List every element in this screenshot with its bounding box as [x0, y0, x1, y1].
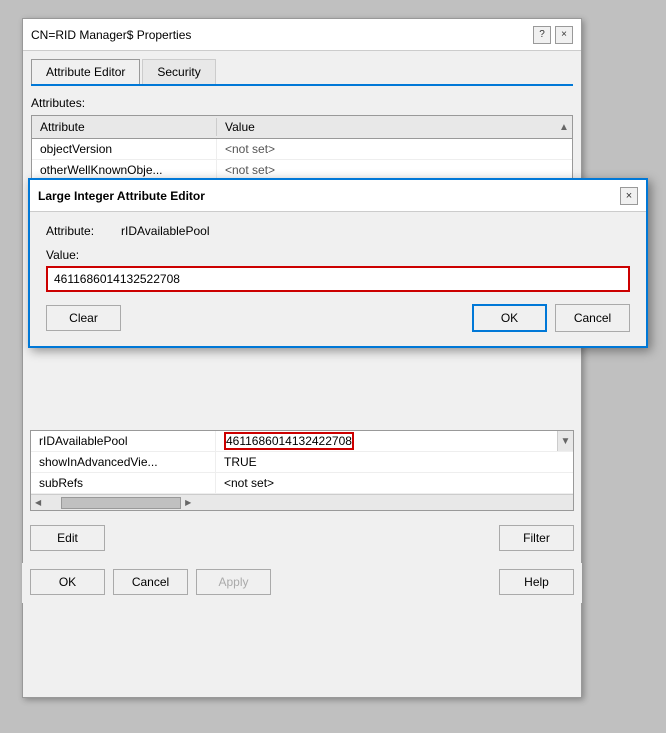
fg-value-input[interactable]	[48, 268, 628, 290]
col-attribute-header: Attribute	[32, 118, 217, 136]
fg-content: Attribute: rIDAvailablePool Value: Clear…	[30, 212, 646, 346]
filter-button[interactable]: Filter	[499, 525, 574, 551]
bottom-attr-value: <not set>	[216, 473, 573, 493]
bottom-attr-value: TRUE	[216, 452, 573, 472]
fg-close-button[interactable]: ×	[620, 187, 638, 205]
fg-title: Large Integer Attribute Editor	[38, 189, 205, 203]
tab-bar: Attribute Editor Security	[31, 59, 573, 86]
bottom-cancel-button[interactable]: Cancel	[113, 569, 188, 595]
bottom-attr-name: subRefs	[31, 473, 216, 493]
fg-attribute-name: rIDAvailablePool	[121, 224, 210, 238]
fg-value-input-wrap	[46, 266, 630, 292]
help-button[interactable]: ?	[533, 26, 551, 44]
properties-titlebar: CN=RID Manager$ Properties ? ×	[23, 19, 581, 51]
cancel-button[interactable]: Cancel	[555, 304, 630, 332]
fg-attribute-label: Attribute:	[46, 224, 121, 238]
edit-filter-row: Edit Filter	[22, 519, 582, 557]
table-row[interactable]: subRefs <not set>	[31, 473, 573, 494]
close-button[interactable]: ×	[555, 26, 573, 44]
properties-title: CN=RID Manager$ Properties	[31, 28, 191, 42]
clear-button[interactable]: Clear	[46, 305, 121, 331]
apply-button[interactable]: Apply	[196, 569, 271, 595]
bottom-attr-name: showInAdvancedVie...	[31, 452, 216, 472]
scroll-up-icon[interactable]: ▲	[556, 118, 572, 136]
attr-value-cell: <not set>	[217, 139, 572, 159]
bottom-attributes-section: rIDAvailablePool 4611686014132422708 ▼ s…	[22, 430, 582, 603]
fg-value-label: Value:	[46, 248, 630, 262]
bottom-left-btn-group: OK Cancel Apply	[30, 569, 271, 595]
tab-attribute-editor[interactable]: Attribute Editor	[31, 59, 140, 84]
scroll-left-arrow[interactable]: ◀	[31, 498, 45, 507]
scroll-thumb[interactable]	[61, 497, 181, 509]
titlebar-controls: ? ×	[533, 26, 573, 44]
vert-scroll-area[interactable]: ▼	[557, 431, 573, 451]
table-row[interactable]: showInAdvancedVie... TRUE	[31, 452, 573, 473]
highlighted-value: 4611686014132422708	[224, 432, 354, 450]
bottom-attr-value: 4611686014132422708	[216, 431, 557, 451]
fg-attribute-row: Attribute: rIDAvailablePool	[46, 224, 630, 238]
bottom-attr-table: rIDAvailablePool 4611686014132422708 ▼ s…	[30, 430, 574, 511]
col-value-header: Value	[217, 118, 556, 136]
bottom-attr-name: rIDAvailablePool	[31, 431, 216, 451]
fg-button-row: Clear OK Cancel	[46, 304, 630, 332]
tab-security[interactable]: Security	[142, 59, 215, 84]
edit-button[interactable]: Edit	[30, 525, 105, 551]
table-header-row: Attribute Value ▲	[32, 116, 572, 139]
ok-button[interactable]: OK	[472, 304, 547, 332]
table-row[interactable]: objectVersion <not set>	[32, 139, 572, 160]
bottom-action-row: OK Cancel Apply Help	[22, 563, 582, 603]
bottom-ok-button[interactable]: OK	[30, 569, 105, 595]
fg-titlebar: Large Integer Attribute Editor ×	[30, 180, 646, 212]
attr-value-cell: <not set>	[217, 160, 572, 180]
table-row[interactable]: rIDAvailablePool 4611686014132422708 ▼	[31, 431, 573, 452]
fg-ok-cancel-group: OK Cancel	[472, 304, 630, 332]
scroll-right-arrow[interactable]: ▶	[181, 498, 195, 507]
horizontal-scrollbar[interactable]: ◀ ▶	[31, 494, 573, 510]
large-integer-dialog: Large Integer Attribute Editor × Attribu…	[28, 178, 648, 348]
help-button-bottom[interactable]: Help	[499, 569, 574, 595]
attributes-section-label: Attributes:	[31, 96, 573, 110]
attr-name-cell: otherWellKnownObje...	[32, 160, 217, 180]
attr-name-cell: objectVersion	[32, 139, 217, 159]
